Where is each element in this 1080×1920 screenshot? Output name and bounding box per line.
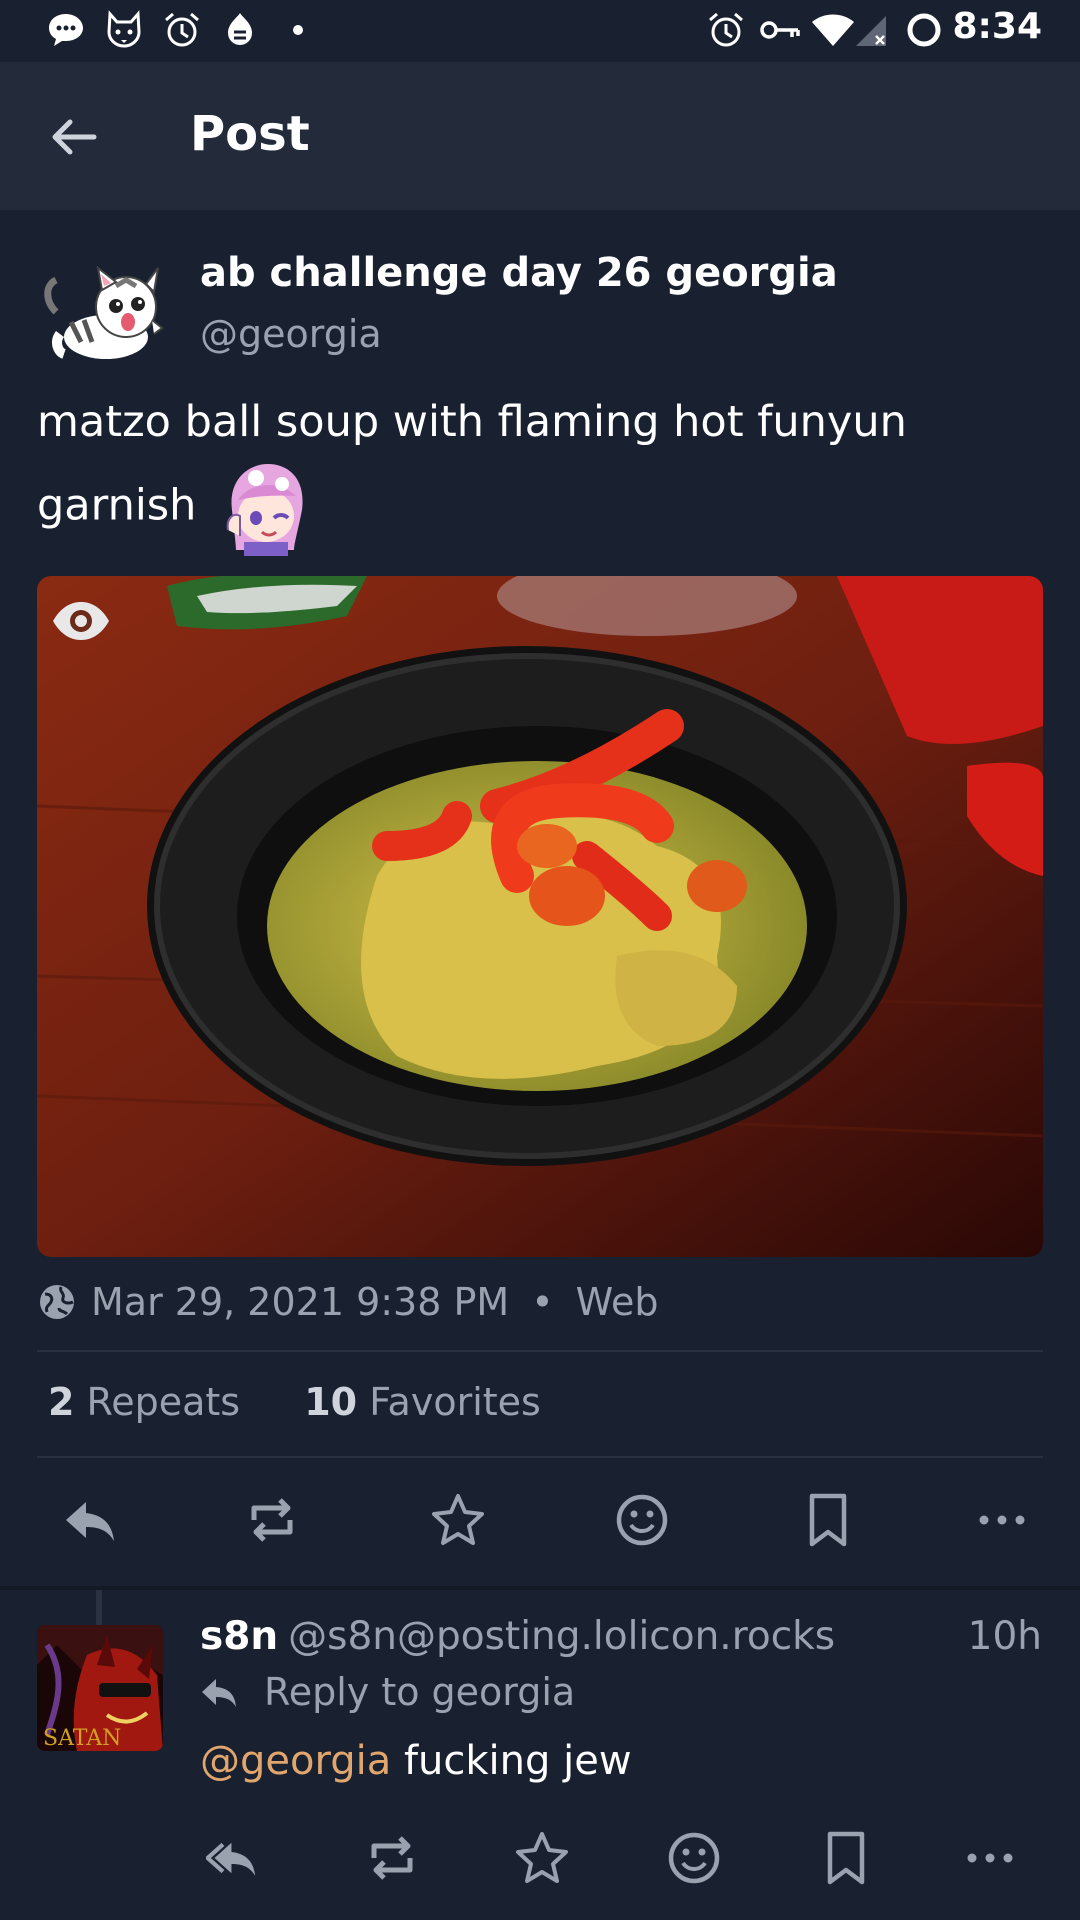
reply-header: s8n @s8n@posting.lolicon.rocks	[200, 1614, 835, 1659]
reply-author-name[interactable]: s8n	[200, 1614, 278, 1659]
post-stats: 2 Repeats 10 Favorites	[48, 1380, 593, 1424]
vpn-key-icon	[760, 21, 800, 39]
alarm-icon	[709, 12, 743, 47]
post-text: matzo ball soup with flaming hot funyun …	[37, 397, 907, 531]
status-bar: 8:34	[0, 0, 1080, 62]
emoji-icon[interactable]	[666, 1830, 722, 1886]
alarm-icon	[165, 12, 199, 47]
star-icon[interactable]	[514, 1830, 570, 1886]
wifi-icon	[812, 14, 854, 46]
divider	[37, 1456, 1043, 1458]
repeats-stat[interactable]: 2 Repeats	[48, 1380, 252, 1424]
divider	[37, 1350, 1043, 1352]
repeat-icon[interactable]	[244, 1492, 300, 1548]
reply-all-icon[interactable]	[206, 1830, 262, 1886]
husky-icon	[107, 10, 141, 48]
reply-author-handle[interactable]: @s8n@posting.lolicon.rocks	[288, 1614, 835, 1659]
reply-to-indicator[interactable]: Reply to georgia	[200, 1670, 575, 1714]
avatar-caption: SATAN	[43, 1726, 121, 1751]
repeats-count: 2	[48, 1380, 75, 1424]
post-image[interactable]	[37, 576, 1043, 1257]
status-time: 8:34	[952, 6, 1042, 47]
cell-signal-icon	[856, 16, 886, 46]
post-timestamp[interactable]: Mar 29, 2021 9:38 PM	[91, 1280, 509, 1324]
thread-separator	[0, 1586, 1080, 1590]
reply-text: fucking jew	[403, 1738, 632, 1784]
bookmark-icon[interactable]	[818, 1830, 874, 1886]
dot-icon	[293, 25, 303, 35]
author-handle[interactable]: @georgia	[200, 312, 382, 356]
star-icon[interactable]	[430, 1492, 486, 1548]
favorites-label: Favorites	[369, 1380, 541, 1424]
reply-time[interactable]: 10h	[968, 1614, 1042, 1659]
emoji-icon[interactable]	[614, 1492, 670, 1548]
post-content: matzo ball soup with flaming hot funyun …	[37, 384, 1037, 556]
reply-content: @georgia fucking jew	[200, 1738, 632, 1784]
sync-icon	[228, 13, 252, 45]
eye-icon[interactable]	[51, 598, 111, 644]
arrow-left-icon[interactable]	[44, 112, 104, 162]
globe-icon	[40, 1285, 74, 1319]
more-icon[interactable]	[974, 1492, 1030, 1548]
battery-ring-icon	[907, 13, 941, 47]
post-action-bar	[0, 1480, 1080, 1570]
app-bar: Post	[0, 62, 1080, 210]
favorites-stat[interactable]: 10 Favorites	[304, 1380, 541, 1424]
page-title: Post	[190, 106, 310, 162]
reply-to-label: Reply to georgia	[264, 1670, 576, 1714]
post-meta: Mar 29, 2021 9:38 PM • Web	[37, 1280, 658, 1324]
thread-connector	[96, 1590, 102, 1626]
chat-bubble-icon	[49, 14, 83, 46]
mention-link[interactable]: @georgia	[200, 1738, 391, 1784]
reply-avatar[interactable]: SATAN	[37, 1625, 163, 1751]
repeat-icon[interactable]	[364, 1830, 420, 1886]
meta-separator: •	[531, 1280, 554, 1324]
repeats-label: Repeats	[86, 1380, 241, 1424]
reply-action-bar	[0, 1830, 1080, 1900]
custom-emoji-icon	[226, 464, 303, 556]
author-name[interactable]: ab challenge day 26 georgia	[200, 250, 838, 296]
favorites-count: 10	[304, 1380, 358, 1424]
bookmark-icon[interactable]	[800, 1492, 856, 1548]
reply-icon	[202, 1679, 236, 1707]
author-avatar[interactable]	[36, 262, 166, 372]
reply-icon[interactable]	[62, 1492, 118, 1548]
post-client: Web	[575, 1280, 659, 1324]
more-icon[interactable]	[962, 1830, 1018, 1886]
